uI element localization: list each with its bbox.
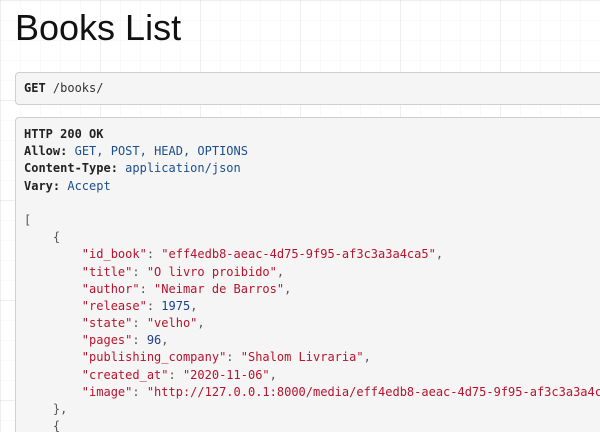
response-header-name: Allow:	[24, 144, 68, 159]
json-key: "state"	[81, 316, 133, 331]
page-title: Books List	[15, 7, 182, 48]
json-field: "title": "O livro proibido",	[81, 264, 285, 279]
json-key: "title"	[81, 264, 133, 279]
json-value: "2020-11-06"	[182, 367, 270, 382]
json-value: "Shalom Livraria"	[240, 350, 364, 365]
json-key: "publishing_company"	[81, 350, 227, 365]
response-header: Allow: GET, POST, HEAD, OPTIONS	[24, 143, 600, 160]
response-header-value: GET, POST, HEAD, OPTIONS	[74, 144, 248, 159]
json-field: "release": 1975,	[81, 298, 198, 313]
json-field: "author": "Neimar de Barros",	[81, 281, 292, 296]
json-open-brace: {	[24, 230, 61, 245]
response-header-value: application/json	[125, 161, 241, 176]
response-header-value: Accept	[67, 178, 111, 193]
request-path: /books/	[45, 81, 104, 95]
json-field: "publishing_company": "Shalom Livraria",	[81, 350, 371, 365]
json-value: "Neimar de Barros"	[154, 281, 285, 296]
response-body: [ { "id_book": "eff4edb8-aeac-4d75-9f95-…	[24, 212, 600, 432]
response-info: HTTP 200 OK Allow: GET, POST, HEAD, OPTI…	[15, 117, 600, 432]
json-value: "O livro proibido"	[146, 264, 277, 279]
json-key: "created_at"	[81, 367, 169, 382]
json-key: "id_book"	[81, 247, 147, 262]
json-close-brace: },	[24, 402, 68, 416]
json-value: 96	[146, 333, 162, 348]
json-key: "image"	[81, 384, 133, 399]
json-open-bracket: [	[24, 212, 32, 227]
response-header-name: Content-Type:	[24, 161, 118, 176]
json-field: "id_book": "eff4edb8-aeac-4d75-9f95-af3c…	[81, 247, 444, 262]
json-key: "author"	[81, 281, 140, 296]
json-field: "pages": 96,	[81, 333, 169, 348]
json-value: "velho"	[146, 316, 198, 331]
request-method: GET	[24, 81, 46, 95]
response-header: Content-Type: application/json	[24, 160, 600, 177]
json-key: "release"	[81, 298, 147, 313]
request-info: GET /books/	[15, 72, 600, 105]
json-value: "eff4edb8-aeac-4d75-9f95-af3c3a3a4ca5"	[161, 247, 436, 262]
json-field: "image": "http://127.0.0.1:8000/media/ef…	[24, 384, 600, 401]
json-value: 1975	[161, 298, 191, 313]
response-header: Vary: Accept	[24, 178, 600, 195]
json-field: "state": "velho",	[81, 316, 205, 331]
json-field: "created_at": "2020-11-06",	[81, 367, 277, 382]
response-header-name: Vary:	[24, 178, 61, 193]
response-status: HTTP 200 OK	[24, 127, 104, 141]
json-next-open-brace: {	[24, 419, 61, 432]
json-value: "http://127.0.0.1:8000/media/eff4edb8-ae…	[146, 384, 600, 399]
json-key: "pages"	[81, 333, 133, 348]
